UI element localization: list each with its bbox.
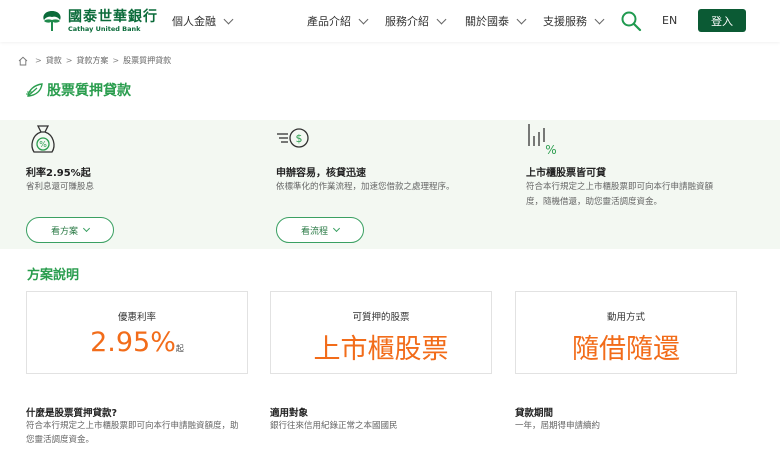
home-icon[interactable] (18, 56, 28, 66)
nav-support-label: 支援服務 (543, 15, 587, 28)
nav-products[interactable]: 產品介紹 (307, 13, 369, 29)
card-pledgeable-stocks: 可質押的股票 上市櫃股票 (270, 291, 492, 374)
page-title-block: 股票質押貸款 (26, 80, 131, 100)
nav-about[interactable]: 關於國泰 (465, 13, 527, 29)
breadcrumb-loans[interactable]: 貸款 (46, 55, 62, 66)
info-desc-what-is: 符合本行規定之上市櫃股票即可向本行申請融資額度，助您靈活調度資金。 (26, 421, 239, 445)
fast-money-icon: $ (277, 128, 309, 148)
card-label: 優惠利率 (117, 312, 156, 323)
breadcrumb-separator: > (112, 56, 120, 65)
info-title-what-is: 什麼是股票質押貸款? (26, 408, 118, 419)
view-process-label: 看流程 (300, 226, 328, 237)
chevron-down-icon (436, 14, 447, 24)
svg-text:%: % (545, 143, 556, 157)
chevron-down-icon (358, 14, 369, 24)
nav-services-label: 服務介紹 (385, 15, 429, 28)
info-title-eligibility: 適用對象 (270, 408, 309, 419)
chevron-down-icon (516, 14, 527, 24)
card-value: 2.95%起 (27, 327, 247, 358)
logo-chinese-name: 國泰世華銀行 (68, 8, 158, 25)
breadcrumb-separator: > (65, 56, 73, 65)
logo-english-name: Cathay United Bank (68, 24, 141, 33)
leaf-icon (26, 83, 43, 97)
chevron-down-icon (594, 14, 605, 24)
stock-chart-percent-icon: % (528, 124, 557, 157)
card-preferential-rate: 優惠利率 2.95%起 (26, 291, 248, 374)
login-button[interactable]: 登入 (698, 9, 746, 32)
view-plans-button[interactable]: 看方案 (26, 217, 114, 243)
page-title: 股票質押貸款 (47, 83, 131, 99)
card-label: 動用方式 (606, 312, 645, 323)
plan-section-title: 方案說明 (27, 268, 80, 283)
nav-products-label: 產品介紹 (307, 15, 351, 28)
feature-title: 上市櫃股票皆可貸 (526, 168, 606, 179)
nav-personal-finance-label: 個人金融 (172, 15, 216, 28)
nav-support[interactable]: 支援服務 (543, 13, 605, 29)
info-desc-loan-period: 一年，屆期得申請續約 (515, 421, 601, 431)
breadcrumb-separator: > (35, 56, 42, 65)
nav-personal-finance[interactable]: 個人金融 (172, 13, 234, 29)
card-label: 可質押的股票 (352, 312, 410, 323)
view-plans-label: 看方案 (50, 226, 78, 237)
chevron-down-icon (223, 14, 234, 24)
site-header: 國泰世華銀行 Cathay United Bank 個人金融 產品介紹 服務介紹… (0, 0, 780, 42)
info-desc-eligibility: 銀行往來信用紀錄正常之本國國民 (270, 421, 398, 431)
rate-suffix: 起 (175, 344, 184, 353)
feature-desc: 符合本行規定之上市櫃股票即可向本行申請融資額度，隨機借還，助您靈活調度資金。 (526, 182, 714, 207)
nav-about-label: 關於國泰 (465, 15, 509, 28)
language-switch[interactable]: EN (662, 14, 677, 27)
breadcrumb: > 貸款 > 貸款方案 > 股票質押貸款 (18, 55, 171, 66)
feature-desc: 依標準化的作業流程，加速您借款之處理程序。 (276, 182, 455, 192)
search-icon[interactable] (620, 10, 642, 32)
breadcrumb-current: 股票質押貸款 (123, 56, 172, 65)
chevron-down-icon (332, 224, 341, 233)
feature-desc: 省利息還可賺股息 (26, 182, 95, 192)
breadcrumb-loan-plans[interactable]: 貸款方案 (76, 55, 108, 66)
card-usage-method: 動用方式 隨借隨還 (515, 291, 737, 374)
rate-value: 2.95% (90, 327, 176, 358)
svg-text:%: % (39, 140, 47, 149)
info-title-loan-period: 貸款期間 (515, 408, 554, 419)
money-bag-percent-icon: % (31, 125, 55, 153)
feature-title: 申辦容易，核貸迅速 (276, 168, 366, 179)
nav-services[interactable]: 服務介紹 (385, 13, 447, 29)
bank-logo[interactable]: 國泰世華銀行 Cathay United Bank (40, 9, 158, 33)
cathay-tree-icon (43, 11, 61, 31)
feature-title: 利率2.95%起 (26, 168, 91, 179)
view-process-button[interactable]: 看流程 (276, 217, 364, 243)
card-value: 隨借隨還 (572, 334, 680, 365)
chevron-down-icon (82, 224, 91, 233)
card-value: 上市櫃股票 (313, 334, 449, 365)
svg-text:$: $ (296, 132, 303, 145)
features-band: % 利率2.95%起 省利息還可賺股息 看方案 $ 申辦容易，核貸迅速 依標準化… (0, 120, 780, 249)
